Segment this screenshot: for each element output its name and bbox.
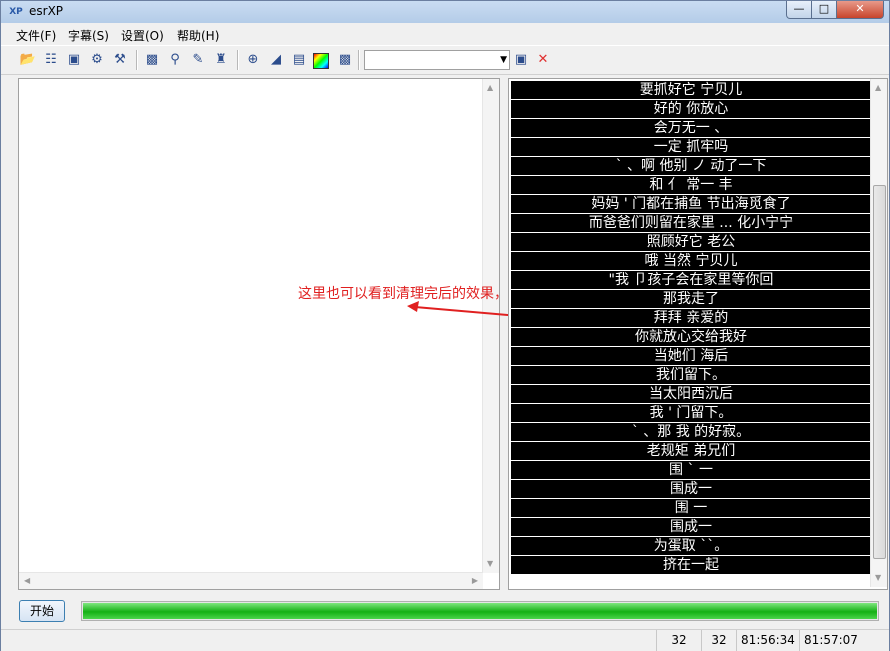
subtitle-row[interactable]: 照顾好它 老公 (511, 233, 871, 251)
subtitle-row[interactable]: ` 、啊 他别 ノ 动了一下 (511, 157, 871, 175)
progress-bar (81, 601, 879, 621)
maximize-icon: □ (818, 2, 830, 15)
film-icon[interactable]: ▩ (143, 51, 161, 69)
scroll-left-icon[interactable]: ◀ (24, 576, 30, 586)
edit-icon[interactable]: ✎ (189, 51, 207, 69)
subtitle-list: 要抓好它 宁贝儿 好的 你放心 会万无一 、一定 抓牢吗 ` 、啊 他别 ノ 动了一下… (511, 81, 871, 575)
subtitle-row[interactable]: 一定 抓牢吗 (511, 138, 871, 156)
menu-bar: 文件(F) 字幕(S) 设置(O) 帮助(H) (1, 24, 889, 44)
status-time-end: 81:57:07 (799, 630, 862, 651)
subtitle-row[interactable]: 当太阳西沉后 (511, 385, 871, 403)
subtitle-row[interactable]: 而爸爸们则留在家里 ... 化小宁宁 (511, 214, 871, 232)
search-icon[interactable]: ⚲ (166, 51, 184, 69)
menu-subtitle[interactable]: 字幕(S) (68, 27, 109, 44)
delete-icon[interactable]: ✕ (534, 51, 552, 69)
subtitle-row[interactable]: "我 卩孩子会在家里等你回 (511, 271, 871, 289)
status-bar: 32 32 81:56:34 81:57:07 (1, 629, 889, 651)
minimize-button[interactable]: — (786, 1, 812, 19)
subtitle-row[interactable]: 围 一 (511, 499, 871, 517)
title-bar: XP esrXP — □ ✕ (1, 1, 889, 23)
subtitle-row[interactable]: 围 ` 一 (511, 461, 871, 479)
scroll-up-icon[interactable]: ▲ (875, 83, 881, 93)
subtitle-row[interactable]: 当她们 海后 (511, 347, 871, 365)
subtitle-row[interactable]: 我们留下。 (511, 366, 871, 384)
subtitle-row[interactable]: 和 亻 常一 丰 (511, 176, 871, 194)
close-button[interactable]: ✕ (836, 1, 884, 19)
status-time-start: 81:56:34 (736, 630, 799, 651)
scroll-right-icon[interactable]: ▶ (472, 576, 478, 586)
status-count-a: 32 (656, 630, 701, 651)
color-icon[interactable] (313, 53, 329, 69)
settings-icon[interactable]: ⚙ (88, 51, 106, 69)
zoom-in-icon[interactable]: ⊕ (244, 51, 262, 69)
app-window: XP esrXP — □ ✕ 文件(F) 字幕(S) 设置(O) 帮助(H) 📂… (0, 0, 890, 651)
tools-icon[interactable]: ⚒ (111, 51, 129, 69)
subtitle-row[interactable]: 挤在一起 (511, 556, 871, 574)
stairs-icon[interactable]: ◢ (267, 51, 285, 69)
subtitle-combo[interactable]: ▼ (364, 50, 510, 70)
export-icon[interactable]: ▩ (336, 51, 354, 69)
scroll-down-icon[interactable]: ▼ (875, 573, 881, 583)
menu-file[interactable]: 文件(F) (16, 27, 56, 44)
scroll-up-icon[interactable]: ▲ (487, 83, 493, 93)
subtitle-row[interactable]: 好的 你放心 (511, 100, 871, 118)
menu-settings[interactable]: 设置(O) (121, 27, 164, 44)
clean-icon[interactable]: ♜ (212, 51, 230, 69)
subtitle-row[interactable]: 拜拜 亲爱的 (511, 309, 871, 327)
import-icon[interactable]: ☷ (42, 51, 60, 69)
subtitle-row[interactable]: 要抓好它 宁贝儿 (511, 81, 871, 99)
subtitle-row[interactable]: 会万无一 、 (511, 119, 871, 137)
close-icon: ✕ (855, 2, 865, 15)
subtitle-row[interactable]: 妈妈 ' 门都在捕鱼 节出海觅食了 (511, 195, 871, 213)
subtitle-row[interactable]: ` 、那 我 的好寂。 (511, 423, 871, 441)
subtitle-row[interactable]: 老规矩 弟兄们 (511, 442, 871, 460)
toolbar: 📂 ☷ ▣ ⚙ ⚒ ▩ ⚲ ✎ ♜ ⊕ ◢ ▤ ▩ ▼ ▣ ✕ (1, 45, 889, 75)
subtitle-row[interactable]: 围成一 (511, 518, 871, 536)
subtitle-row[interactable]: 我 ' 门留下。 (511, 404, 871, 422)
status-count-b: 32 (701, 630, 736, 651)
save-icon[interactable]: ▣ (65, 51, 83, 69)
scroll-thumb[interactable] (873, 185, 886, 559)
open-folder-icon[interactable]: 📂 (19, 51, 37, 69)
subtitle-row[interactable]: 为蛋取 ``。 (511, 537, 871, 555)
subtitle-row[interactable]: 那我走了 (511, 290, 871, 308)
subtitle-row[interactable]: 哦 当然 宁贝儿 (511, 252, 871, 270)
toolbar-separator (358, 50, 360, 70)
save-sub-icon[interactable]: ▣ (512, 51, 530, 69)
app-logo-icon: XP (9, 7, 23, 17)
vertical-scrollbar[interactable]: ▲ ▼ (482, 79, 499, 573)
maximize-button[interactable]: □ (811, 1, 837, 19)
vertical-scrollbar[interactable]: ▲ ▼ (870, 79, 887, 587)
subtitle-row[interactable]: 你就放心交给我好 (511, 328, 871, 346)
chevron-down-icon[interactable]: ▼ (500, 51, 507, 69)
subtitle-list-pane: 要抓好它 宁贝儿 好的 你放心 会万无一 、一定 抓牢吗 ` 、啊 他别 ノ 动了一下… (508, 78, 888, 590)
document-icon[interactable]: ▤ (290, 51, 308, 69)
toolbar-separator (237, 50, 239, 70)
video-preview-pane: ▲ ▼ ◀ ▶ (18, 78, 500, 590)
progress-fill (83, 603, 877, 619)
window-title: esrXP (29, 4, 64, 18)
scroll-down-icon[interactable]: ▼ (487, 559, 493, 569)
minimize-icon: — (793, 2, 805, 15)
toolbar-separator (136, 50, 138, 70)
horizontal-scrollbar[interactable]: ◀ ▶ (19, 572, 483, 589)
subtitle-row[interactable]: 围成一 (511, 480, 871, 498)
menu-help[interactable]: 帮助(H) (177, 27, 219, 44)
start-button[interactable]: 开始 (19, 600, 65, 622)
